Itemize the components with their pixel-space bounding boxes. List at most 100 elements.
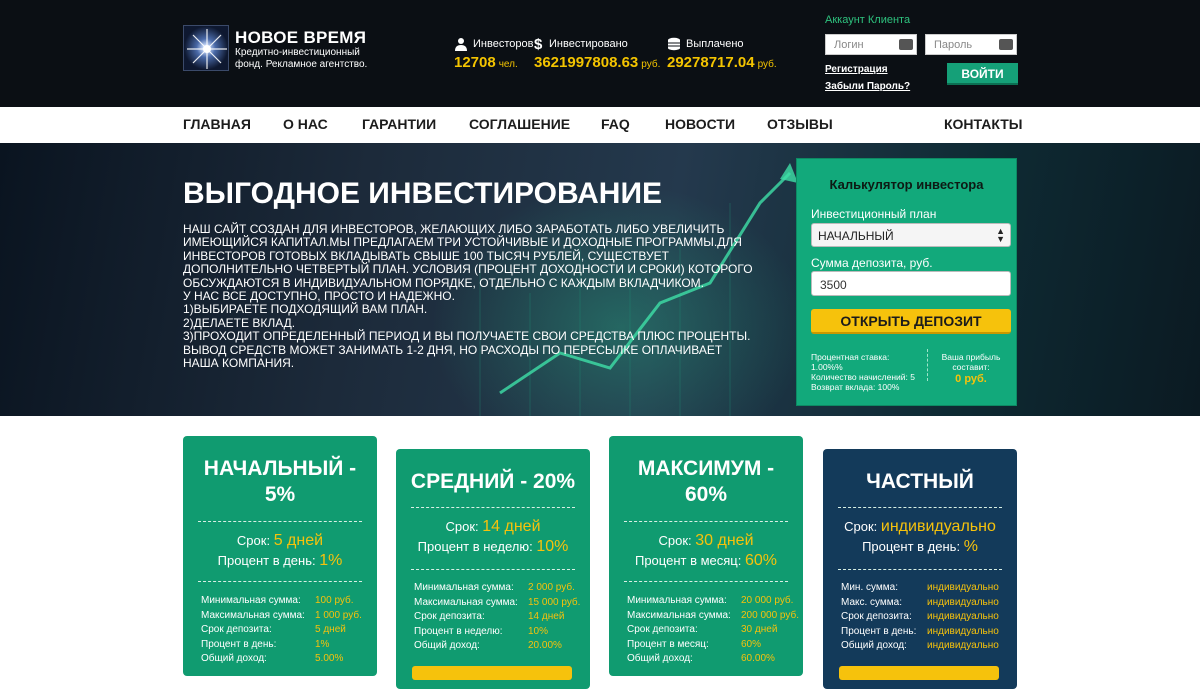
nav-item-contacts[interactable]: КОНТАКТЫ	[944, 116, 1022, 132]
plan-rate: Процент в месяц: 60%	[609, 552, 803, 570]
detail-row: Максимальная сумма: 200 000 руб.	[627, 609, 799, 624]
login-placeholder: Логин	[834, 39, 864, 51]
detail-key: Процент в неделю:	[414, 625, 503, 637]
detail-key: Максимальная сумма:	[201, 609, 305, 621]
forgot-password-link[interactable]: Забыли Пароль?	[825, 81, 910, 92]
detail-row: Процент в месяц: 60%	[627, 638, 799, 653]
detail-value: индивидуально	[927, 625, 999, 637]
detail-value: 60.00%	[741, 653, 775, 665]
plan-details: Минимальная сумма: 2 000 руб. Максимальна…	[414, 581, 580, 654]
plan-details: Мин. сумма: индивидуально Макс. сумма: инд…	[841, 581, 999, 654]
nav-item-news[interactable]: НОВОСТИ	[665, 116, 735, 132]
detail-key: Минимальная сумма:	[201, 595, 301, 606]
detail-value: 5.00%	[315, 653, 344, 665]
detail-key: Мин. сумма:	[841, 582, 898, 593]
plan-details: Минимальная сумма: 100 руб. Максимальная …	[201, 594, 362, 667]
password-input[interactable]: Пароль	[925, 34, 1017, 55]
select-arrows-icon: ▲ ▼	[996, 226, 1005, 244]
detail-row: Общий доход: 20.00%	[414, 639, 580, 654]
nav-item-about[interactable]: О НАС	[283, 116, 328, 132]
plan-term: Срок: 30 дней	[609, 532, 803, 550]
login-button[interactable]: ВОЙТИ	[947, 63, 1018, 85]
detail-row: Общий доход: 60.00%	[627, 652, 799, 667]
dollar-icon: $	[534, 35, 543, 53]
plan-select[interactable]: НАЧАЛЬНЫЙ ▲ ▼	[811, 223, 1011, 247]
plan-card-maximum: МАКСИМУМ - 60% Срок: 30 дней Процент в м…	[609, 436, 803, 676]
logo[interactable]: НОВОЕ ВРЕМЯ Кредитно-инвестиционный фонд…	[183, 25, 367, 75]
main-nav: ГЛАВНАЯ О НАС ГАРАНТИИ СОГЛАШЕНИЕ FAQ НО…	[0, 107, 1200, 143]
plan-title: СРЕДНИЙ - 20%	[410, 470, 576, 493]
detail-key: Максимальная сумма:	[627, 609, 731, 621]
stat-unit: руб.	[641, 59, 661, 70]
stat-paid: Выплачено 29278717.04 руб.	[667, 36, 777, 71]
rate-label: Процент в день:	[217, 553, 316, 568]
rate-label: Процент в месяц:	[634, 553, 742, 568]
open-deposit-button[interactable]: ОТКРЫТЬ ДЕПОЗИТ	[811, 309, 1011, 334]
stat-label: Инвесторов	[473, 38, 534, 50]
term-value: 14 дней	[482, 518, 541, 535]
divider	[411, 569, 575, 570]
detail-value: индивидуально	[927, 611, 999, 623]
nav-item-agreement[interactable]: СОГЛАШЕНИЕ	[469, 116, 570, 132]
divider	[198, 581, 362, 582]
rate-value: 10%	[536, 538, 569, 555]
divider	[838, 507, 1002, 508]
plan-rate: Процент в день: 1%	[183, 552, 377, 570]
profit-value: 0 руб.	[955, 373, 987, 385]
rate-value: 60%	[744, 552, 778, 569]
open-plan-button[interactable]	[839, 666, 999, 680]
nav-item-guarantees[interactable]: ГАРАНТИИ	[362, 116, 436, 132]
keyboard-icon[interactable]	[899, 39, 913, 50]
stat-unit: руб.	[757, 59, 777, 70]
detail-value: индивидуально	[927, 640, 999, 652]
calculator-title: Калькулятор инвестора	[829, 177, 984, 192]
login-input[interactable]: Логин	[825, 34, 917, 55]
detail-row: Минимальная сумма: 20 000 руб.	[627, 594, 799, 609]
plan-rate: Процент в день: %	[823, 538, 1017, 556]
detail-row: Минимальная сумма: 100 руб.	[201, 594, 362, 609]
detail-value: 20 000 руб.	[741, 595, 794, 606]
star-logo-icon	[183, 25, 229, 71]
rate-label: Процент в неделю:	[417, 539, 533, 554]
detail-key: Минимальная сумма:	[627, 595, 727, 606]
divider	[624, 521, 788, 522]
nav-item-reviews[interactable]: ОТЗЫВЫ	[767, 116, 833, 132]
password-placeholder: Пароль	[934, 39, 973, 51]
detail-value: индивидуально	[927, 582, 999, 593]
hero-title: ВЫГОДНОЕ ИНВЕСТИРОВАНИЕ	[183, 177, 663, 210]
detail-key: Максимальная сумма:	[414, 596, 518, 608]
detail-row: Процент в неделю: 10%	[414, 625, 580, 640]
sum-label: Сумма депозита, руб.	[811, 256, 933, 270]
detail-key: Общий доход:	[841, 640, 907, 652]
detail-key: Процент в день:	[841, 625, 917, 637]
open-plan-button[interactable]	[412, 666, 572, 680]
detail-row: Максимальная сумма: 1 000 руб.	[201, 609, 362, 624]
detail-row: Минимальная сумма: 2 000 руб.	[414, 581, 580, 596]
nav-item-faq[interactable]: FAQ	[601, 116, 630, 132]
register-link[interactable]: Регистрация	[825, 64, 888, 75]
detail-key: Минимальная сумма:	[414, 582, 514, 593]
profit-label: Ваша прибыль составит:	[941, 352, 1001, 372]
logo-title: НОВОЕ ВРЕМЯ	[235, 28, 367, 47]
plan-title: НАЧАЛЬНЫЙ - 5%	[203, 457, 357, 506]
detail-value: 1 000 руб.	[315, 609, 362, 621]
deposit-sum-input[interactable]: 3500	[811, 271, 1011, 296]
detail-value: 1%	[315, 638, 330, 650]
term-value: 30 дней	[695, 532, 754, 549]
plan-term: Срок: индивидуально	[823, 518, 1017, 536]
stat-value: 12708	[454, 54, 496, 71]
detail-key: Срок депозита:	[841, 611, 912, 623]
detail-value: 5 дней	[315, 624, 346, 636]
stat-value: 3621997808.63	[534, 54, 639, 71]
detail-row: Срок депозита: 5 дней	[201, 623, 362, 638]
divider	[411, 507, 575, 508]
nav-item-home[interactable]: ГЛАВНАЯ	[183, 116, 251, 132]
plan-title: МАКСИМУМ - 60%	[637, 457, 775, 506]
plan-title: ЧАСТНЫЙ	[866, 470, 974, 493]
detail-value: 100 руб.	[315, 595, 354, 606]
detail-value: 14 дней	[528, 611, 565, 623]
info-accruals: Количество начислений: 5	[811, 372, 915, 382]
plan-rate: Процент в неделю: 10%	[396, 538, 590, 556]
keyboard-icon[interactable]	[999, 39, 1013, 50]
plan-term: Срок: 5 дней	[183, 532, 377, 550]
